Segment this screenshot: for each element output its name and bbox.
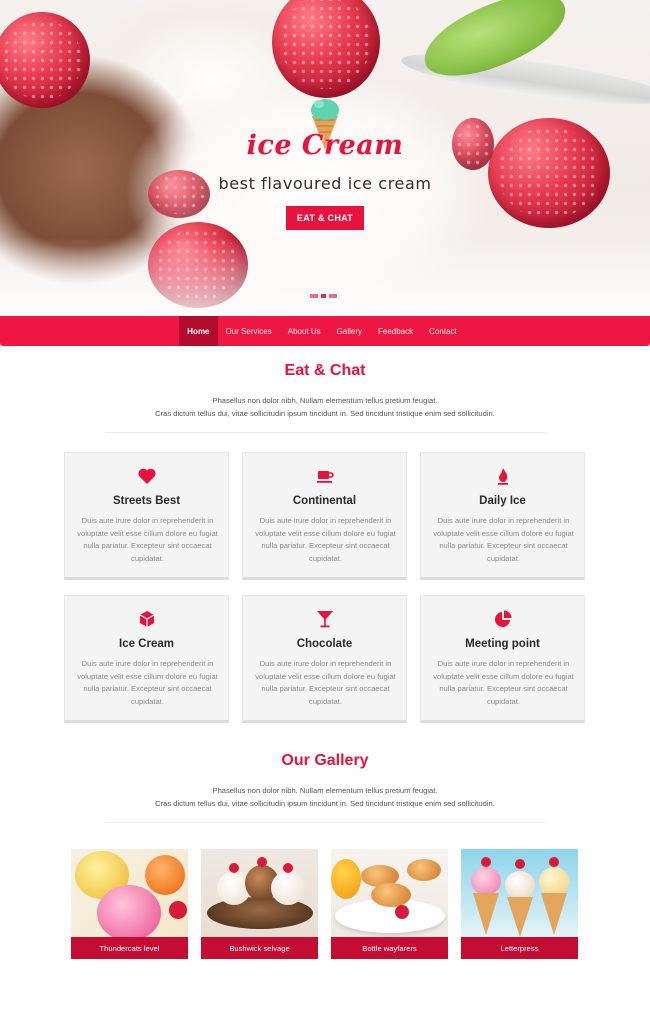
slider-dot-active[interactable] <box>321 294 326 298</box>
nav-item-about[interactable]: About Us <box>280 316 329 346</box>
gallery-caption: Thundercats level <box>71 937 188 959</box>
nav-item-services[interactable]: Our Services <box>218 316 280 346</box>
hero-banner: ice Cream best flavoured ice cream EAT &… <box>0 0 650 318</box>
service-card: Meeting point Duis aute irure dolor in r… <box>420 595 585 723</box>
gallery-image-cones <box>461 849 578 937</box>
cube-icon <box>139 611 155 627</box>
coffee-cup-icon <box>317 471 334 483</box>
heart-icon <box>138 468 156 484</box>
card-title: Daily Ice <box>479 495 526 507</box>
gallery-caption: Bushwick selvage <box>201 937 318 959</box>
card-text: Duis aute irure dolor in reprehenderit i… <box>433 659 574 706</box>
pie-chart-icon <box>495 610 512 627</box>
gallery-item[interactable]: Bushwick selvage <box>201 849 318 959</box>
slider-dots <box>310 294 337 298</box>
gallery-desc-line1: Phasellus non dolor nibh. Nullam element… <box>212 786 438 795</box>
card-title: Meeting point <box>465 638 540 650</box>
raspberry-image <box>148 222 248 308</box>
card-title: Ice Cream <box>119 638 174 650</box>
eat-and-chat-button[interactable]: EAT & CHAT <box>286 206 364 230</box>
hero-title: ice Cream <box>246 130 404 161</box>
service-card: Continental Duis aute irure dolor in rep… <box>242 452 407 580</box>
nav-item-feedback[interactable]: Feedback <box>370 316 421 346</box>
slider-dot[interactable] <box>329 294 337 298</box>
eat-chat-title: Eat & Chat <box>284 362 366 379</box>
gallery-item[interactable]: Letterpress <box>461 849 578 959</box>
gallery-image-pancakes <box>331 849 448 937</box>
gallery-caption: Letterpress <box>461 937 578 959</box>
cocktail-glass-icon <box>317 611 333 628</box>
eat-chat-desc-line2: Cras dictum tellus dui, vitae sollicitud… <box>155 409 495 418</box>
section-divider <box>106 432 546 433</box>
flame-icon <box>498 468 508 485</box>
gallery-image-scoops <box>71 849 188 937</box>
service-card: Ice Cream Duis aute irure dolor in repre… <box>64 595 229 723</box>
eat-chat-desc-line1: Phasellus non dolor nibh. Nullam element… <box>212 396 438 405</box>
service-card: Daily Ice Duis aute irure dolor in repre… <box>420 452 585 580</box>
card-title: Chocolate <box>296 638 353 650</box>
service-card: Chocolate Duis aute irure dolor in repre… <box>242 595 407 723</box>
gallery-item[interactable]: Bottle wayfarers <box>331 849 448 959</box>
section-divider <box>106 822 546 823</box>
card-text: Duis aute irure dolor in reprehenderit i… <box>433 516 574 563</box>
main-nav: Home Our Services About Us Gallery Feedb… <box>0 316 650 346</box>
card-text: Duis aute irure dolor in reprehenderit i… <box>255 516 396 563</box>
card-text: Duis aute irure dolor in reprehenderit i… <box>255 659 396 706</box>
card-text: Duis aute irure dolor in reprehenderit i… <box>77 516 218 563</box>
card-title: Continental <box>292 495 357 507</box>
nav-item-home[interactable]: Home <box>179 316 218 346</box>
gallery-title: Our Gallery <box>281 752 369 769</box>
slider-dot[interactable] <box>310 294 318 298</box>
gallery-caption: Bottle wayfarers <box>331 937 448 959</box>
card-title: Streets Best <box>112 495 181 507</box>
card-text: Duis aute irure dolor in reprehenderit i… <box>77 659 218 706</box>
nav-item-contact[interactable]: Contact <box>421 316 465 346</box>
raspberry-image <box>0 12 90 108</box>
raspberry-image <box>272 0 380 98</box>
gallery-item[interactable]: Thundercats level <box>71 849 188 959</box>
gallery-image-sundae <box>201 849 318 937</box>
gallery-desc-line2: Cras dictum tellus dui, vitae sollicitud… <box>155 799 495 808</box>
service-card: Streets Best Duis aute irure dolor in re… <box>64 452 229 580</box>
nav-item-gallery[interactable]: Gallery <box>329 316 370 346</box>
hero-subtitle: best flavoured ice cream <box>218 174 432 193</box>
